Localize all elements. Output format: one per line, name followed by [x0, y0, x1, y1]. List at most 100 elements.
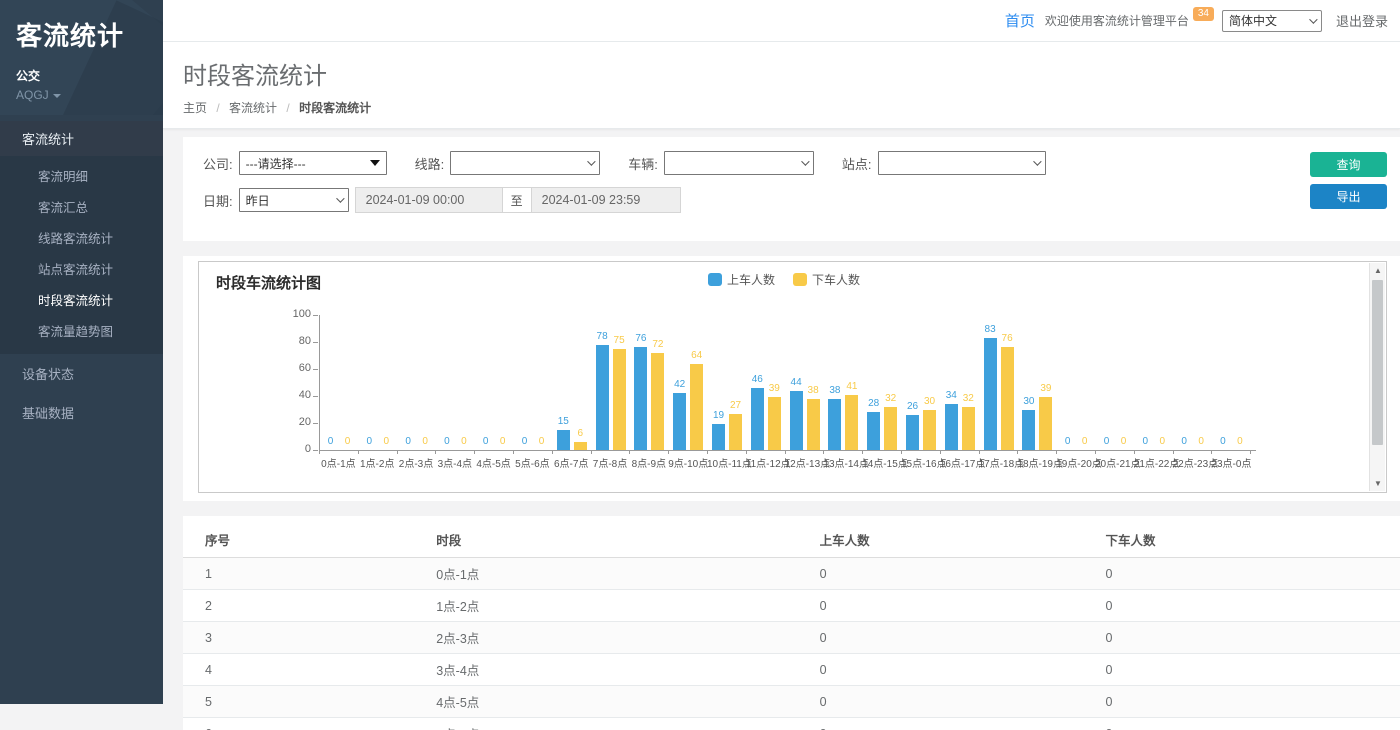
x-tick-mark	[319, 450, 320, 454]
vehicle-select[interactable]	[664, 151, 814, 175]
x-axis-line	[319, 450, 1256, 451]
table-cell: 0	[798, 622, 1084, 654]
x-tick-mark	[552, 450, 553, 454]
company-select[interactable]: ---请选择---	[239, 151, 387, 175]
table-cell: 4	[183, 654, 414, 686]
table-cell: 2点-3点	[414, 622, 797, 654]
line-label: 线路:	[415, 154, 445, 173]
x-tick-mark	[629, 450, 630, 454]
chevron-down-icon	[336, 194, 344, 202]
bar-boarding	[790, 391, 803, 450]
table-cell: 0	[1084, 590, 1400, 622]
to-label: 至	[503, 187, 531, 213]
company-value: ---请选择---	[246, 155, 306, 172]
bar-value-label: 0	[531, 436, 553, 447]
sidebar-subitem[interactable]: 客流量趋势图	[0, 315, 163, 346]
logout-link[interactable]: 退出登录	[1336, 11, 1388, 30]
bar-value-label: 76	[996, 333, 1018, 344]
table-row: 65点-6点00	[183, 718, 1400, 730]
x-tick-label: 20点-21点	[1095, 455, 1134, 470]
x-tick-mark	[435, 450, 436, 454]
bar-value-label: 0	[1151, 436, 1173, 447]
x-tick-mark	[901, 450, 902, 454]
bar-value-label: 32	[957, 393, 979, 404]
bar-value-label: 38	[802, 385, 824, 396]
table-row: 54点-5点00	[183, 686, 1400, 718]
export-button[interactable]: 导出	[1310, 184, 1387, 209]
bar-boarding	[984, 338, 997, 450]
breadcrumb-home[interactable]: 主页	[183, 101, 207, 115]
scrollbar-thumb[interactable]	[1372, 280, 1383, 445]
x-tick-mark	[358, 450, 359, 454]
x-tick-mark	[1095, 450, 1096, 454]
table-cell: 4点-5点	[414, 686, 797, 718]
scroll-down-icon[interactable]: ▼	[1370, 476, 1386, 491]
table-cell: 0	[798, 654, 1084, 686]
company-label: 公司:	[203, 154, 233, 173]
x-tick-mark	[1017, 450, 1018, 454]
x-tick-mark	[707, 450, 708, 454]
bar-boarding	[673, 393, 686, 450]
bar-alighting	[845, 395, 858, 450]
bar-alighting	[923, 410, 936, 451]
chart-panel: 时段车流统计图 上车人数下车人数 020406080100000点-1点001点…	[183, 256, 1400, 501]
table-cell: 0	[1084, 558, 1400, 590]
data-table: 序号 时段 上车人数 下车人数 10点-1点0021点-2点0032点-3点00…	[183, 522, 1400, 730]
bar-value-label: 72	[647, 339, 669, 350]
bar-value-label: 0	[1229, 436, 1251, 447]
table-panel: 序号 时段 上车人数 下车人数 10点-1点0021点-2点0032点-3点00…	[183, 516, 1400, 730]
y-tick-label: 20	[261, 416, 311, 428]
sidebar-subitem[interactable]: 站点客流统计	[0, 253, 163, 284]
breadcrumb-passenger-stats[interactable]: 客流统计	[229, 101, 277, 115]
x-tick-mark	[1250, 450, 1251, 454]
bar-boarding	[712, 424, 725, 450]
y-tick-label: 40	[261, 389, 311, 401]
x-tick-mark	[785, 450, 786, 454]
x-tick-label: 18点-19点	[1017, 455, 1056, 470]
notification-badge[interactable]: 34	[1193, 7, 1214, 21]
bar-alighting	[1001, 347, 1014, 450]
home-link[interactable]: 首页	[1005, 10, 1035, 31]
sidebar-item-passenger-stats[interactable]: 客流统计	[0, 121, 163, 156]
sidebar-subitem[interactable]: 客流明细	[0, 160, 163, 191]
table-cell: 0	[1084, 654, 1400, 686]
y-tick-mark	[313, 396, 318, 397]
table-cell: 5	[183, 686, 414, 718]
language-select[interactable]: 简体中文	[1222, 10, 1322, 32]
scroll-up-icon[interactable]: ▲	[1370, 263, 1386, 278]
chart-scrollbar[interactable]: ▲ ▼	[1369, 263, 1385, 491]
brand-title: 客流统计	[16, 16, 163, 53]
sidebar-nav: 客流统计 客流明细客流汇总线路客流统计站点客流统计时段客流统计客流量趋势图 设备…	[0, 121, 163, 432]
chevron-down-icon	[1033, 157, 1041, 165]
bar-boarding	[828, 399, 841, 450]
x-tick-label: 7点-8点	[591, 455, 630, 470]
sidebar-subitem[interactable]: 客流汇总	[0, 191, 163, 222]
sidebar-subitem[interactable]: 线路客流统计	[0, 222, 163, 253]
breadcrumb-separator: /	[286, 101, 289, 115]
filter-panel: 公司: ---请选择--- 线路: 车辆: 站点:	[183, 137, 1400, 241]
date-to-input[interactable]: 2024-01-09 23:59	[531, 187, 681, 213]
y-axis-line	[319, 315, 320, 450]
sidebar-subitem[interactable]: 时段客流统计	[0, 284, 163, 315]
query-button[interactable]: 查询	[1310, 152, 1387, 177]
line-select[interactable]	[450, 151, 600, 175]
bar-value-label: 0	[1074, 436, 1096, 447]
station-select[interactable]	[878, 151, 1046, 175]
y-tick-mark	[313, 315, 318, 316]
bar-value-label: 0	[414, 436, 436, 447]
date-from-input[interactable]: 2024-01-09 00:00	[355, 187, 503, 213]
x-tick-label: 0点-1点	[319, 455, 358, 470]
sidebar-item-device-status[interactable]: 设备状态	[0, 354, 163, 393]
bar-boarding	[557, 430, 570, 450]
user-dropdown[interactable]: AQGJ	[16, 88, 163, 102]
sidebar-item-base-data[interactable]: 基础数据	[0, 393, 163, 432]
bar-value-label: 41	[841, 381, 863, 392]
date-preset-select[interactable]: 昨日	[239, 188, 349, 212]
bar-value-label: 0	[337, 436, 359, 447]
x-tick-label: 16点-17点	[940, 455, 979, 470]
x-tick-mark	[474, 450, 475, 454]
y-tick-mark	[313, 342, 318, 343]
user-name: AQGJ	[16, 88, 49, 102]
table-cell: 1点-2点	[414, 590, 797, 622]
table-row: 43点-4点00	[183, 654, 1400, 686]
